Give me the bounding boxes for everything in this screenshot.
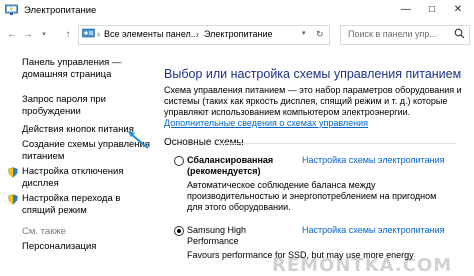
refresh-icon[interactable]: ↻ bbox=[316, 29, 324, 40]
minimize-button[interactable]: — bbox=[396, 2, 416, 18]
sidebar-item-power-buttons[interactable]: Действия кнопок питания bbox=[22, 124, 134, 136]
back-arrow-icon[interactable]: ← bbox=[6, 28, 18, 42]
shield-icon bbox=[8, 194, 18, 205]
control-panel-icon bbox=[82, 28, 95, 38]
search-icon[interactable] bbox=[454, 28, 465, 39]
recent-dropdown-icon[interactable]: ▾ bbox=[38, 28, 50, 42]
plan-description: Автоматическое соблюдение баланса между … bbox=[187, 180, 457, 213]
sidebar-item-home[interactable]: Панель управления — bbox=[22, 57, 121, 69]
breadcrumb-separator: › bbox=[196, 29, 199, 39]
sidebar-item-home-line2[interactable]: домашняя страница bbox=[22, 69, 111, 81]
sidebar-item-display-off-line2[interactable]: дисплея bbox=[22, 178, 59, 190]
sidebar-item-sleep[interactable]: Настройка перехода в bbox=[22, 193, 120, 205]
power-options-icon bbox=[5, 4, 18, 15]
plan-name-line2[interactable]: (рекомендуется) bbox=[187, 166, 261, 177]
more-info-link[interactable]: Дополнительные сведения о схемах управле… bbox=[164, 118, 368, 128]
plan-radio-samsung[interactable] bbox=[174, 226, 184, 236]
chevron-down-icon[interactable]: ▾ bbox=[302, 29, 306, 37]
up-arrow-icon[interactable]: ↑ bbox=[62, 28, 74, 42]
intro-line: управляют использованием компьютером эле… bbox=[164, 107, 411, 117]
breadcrumb-power[interactable]: Электропитание bbox=[204, 29, 273, 39]
section-divider bbox=[216, 143, 456, 144]
see-also-heading: См. также bbox=[22, 226, 66, 237]
sidebar-item-wake-password-line2[interactable]: пробуждении bbox=[22, 106, 81, 118]
sidebar-item-create-plan-line2[interactable]: питанием bbox=[22, 151, 64, 163]
pointer-arrow-icon bbox=[128, 131, 149, 149]
title-bar: Электропитание — □ ✕ bbox=[0, 0, 474, 22]
plan-settings-link[interactable]: Настройка схемы электропитания bbox=[302, 155, 445, 165]
plan-settings-link[interactable]: Настройка схемы электропитания bbox=[302, 225, 445, 235]
breadcrumb-all-items[interactable]: Все элементы панел... bbox=[104, 29, 198, 39]
intro-paragraph: Схема управления питанием — это набор па… bbox=[164, 85, 464, 118]
radio-selected-dot bbox=[177, 229, 181, 233]
close-button[interactable]: ✕ bbox=[448, 2, 468, 18]
watermark: REMONTKA.COM bbox=[272, 255, 453, 276]
plan-name[interactable]: Сбалансированная bbox=[187, 155, 273, 166]
sidebar-item-display-off[interactable]: Настройка отключения bbox=[22, 166, 124, 178]
forward-arrow-icon[interactable]: → bbox=[22, 28, 34, 42]
shield-icon bbox=[8, 167, 18, 178]
sidebar-item-personalization[interactable]: Персонализация bbox=[22, 241, 96, 253]
plan-name-line2[interactable]: Performance bbox=[187, 236, 239, 247]
page-title: Выбор или настройка схемы управления пит… bbox=[164, 67, 462, 81]
plan-desc-line: производительностью и энергопотреблением… bbox=[187, 191, 437, 201]
plan-radio-balanced[interactable] bbox=[174, 156, 184, 166]
plan-desc-line: Автоматическое соблюдение баланса между bbox=[187, 180, 376, 190]
intro-line: Схема управления питанием — это набор па… bbox=[164, 85, 462, 95]
plan-desc-line: для этого оборудовании. bbox=[187, 202, 291, 212]
intro-line: системы (таких как яркость дисплея, спящ… bbox=[164, 96, 448, 106]
search-placeholder: Поиск в панели упр... bbox=[348, 29, 437, 39]
breadcrumb-separator: › bbox=[97, 29, 100, 39]
plan-name[interactable]: Samsung High bbox=[187, 225, 246, 236]
maximize-button[interactable]: □ bbox=[422, 2, 442, 18]
window-title: Электропитание bbox=[24, 5, 97, 16]
sidebar-item-wake-password[interactable]: Запрос пароля при bbox=[22, 94, 106, 106]
sidebar-item-sleep-line2[interactable]: спящий режим bbox=[22, 205, 87, 217]
